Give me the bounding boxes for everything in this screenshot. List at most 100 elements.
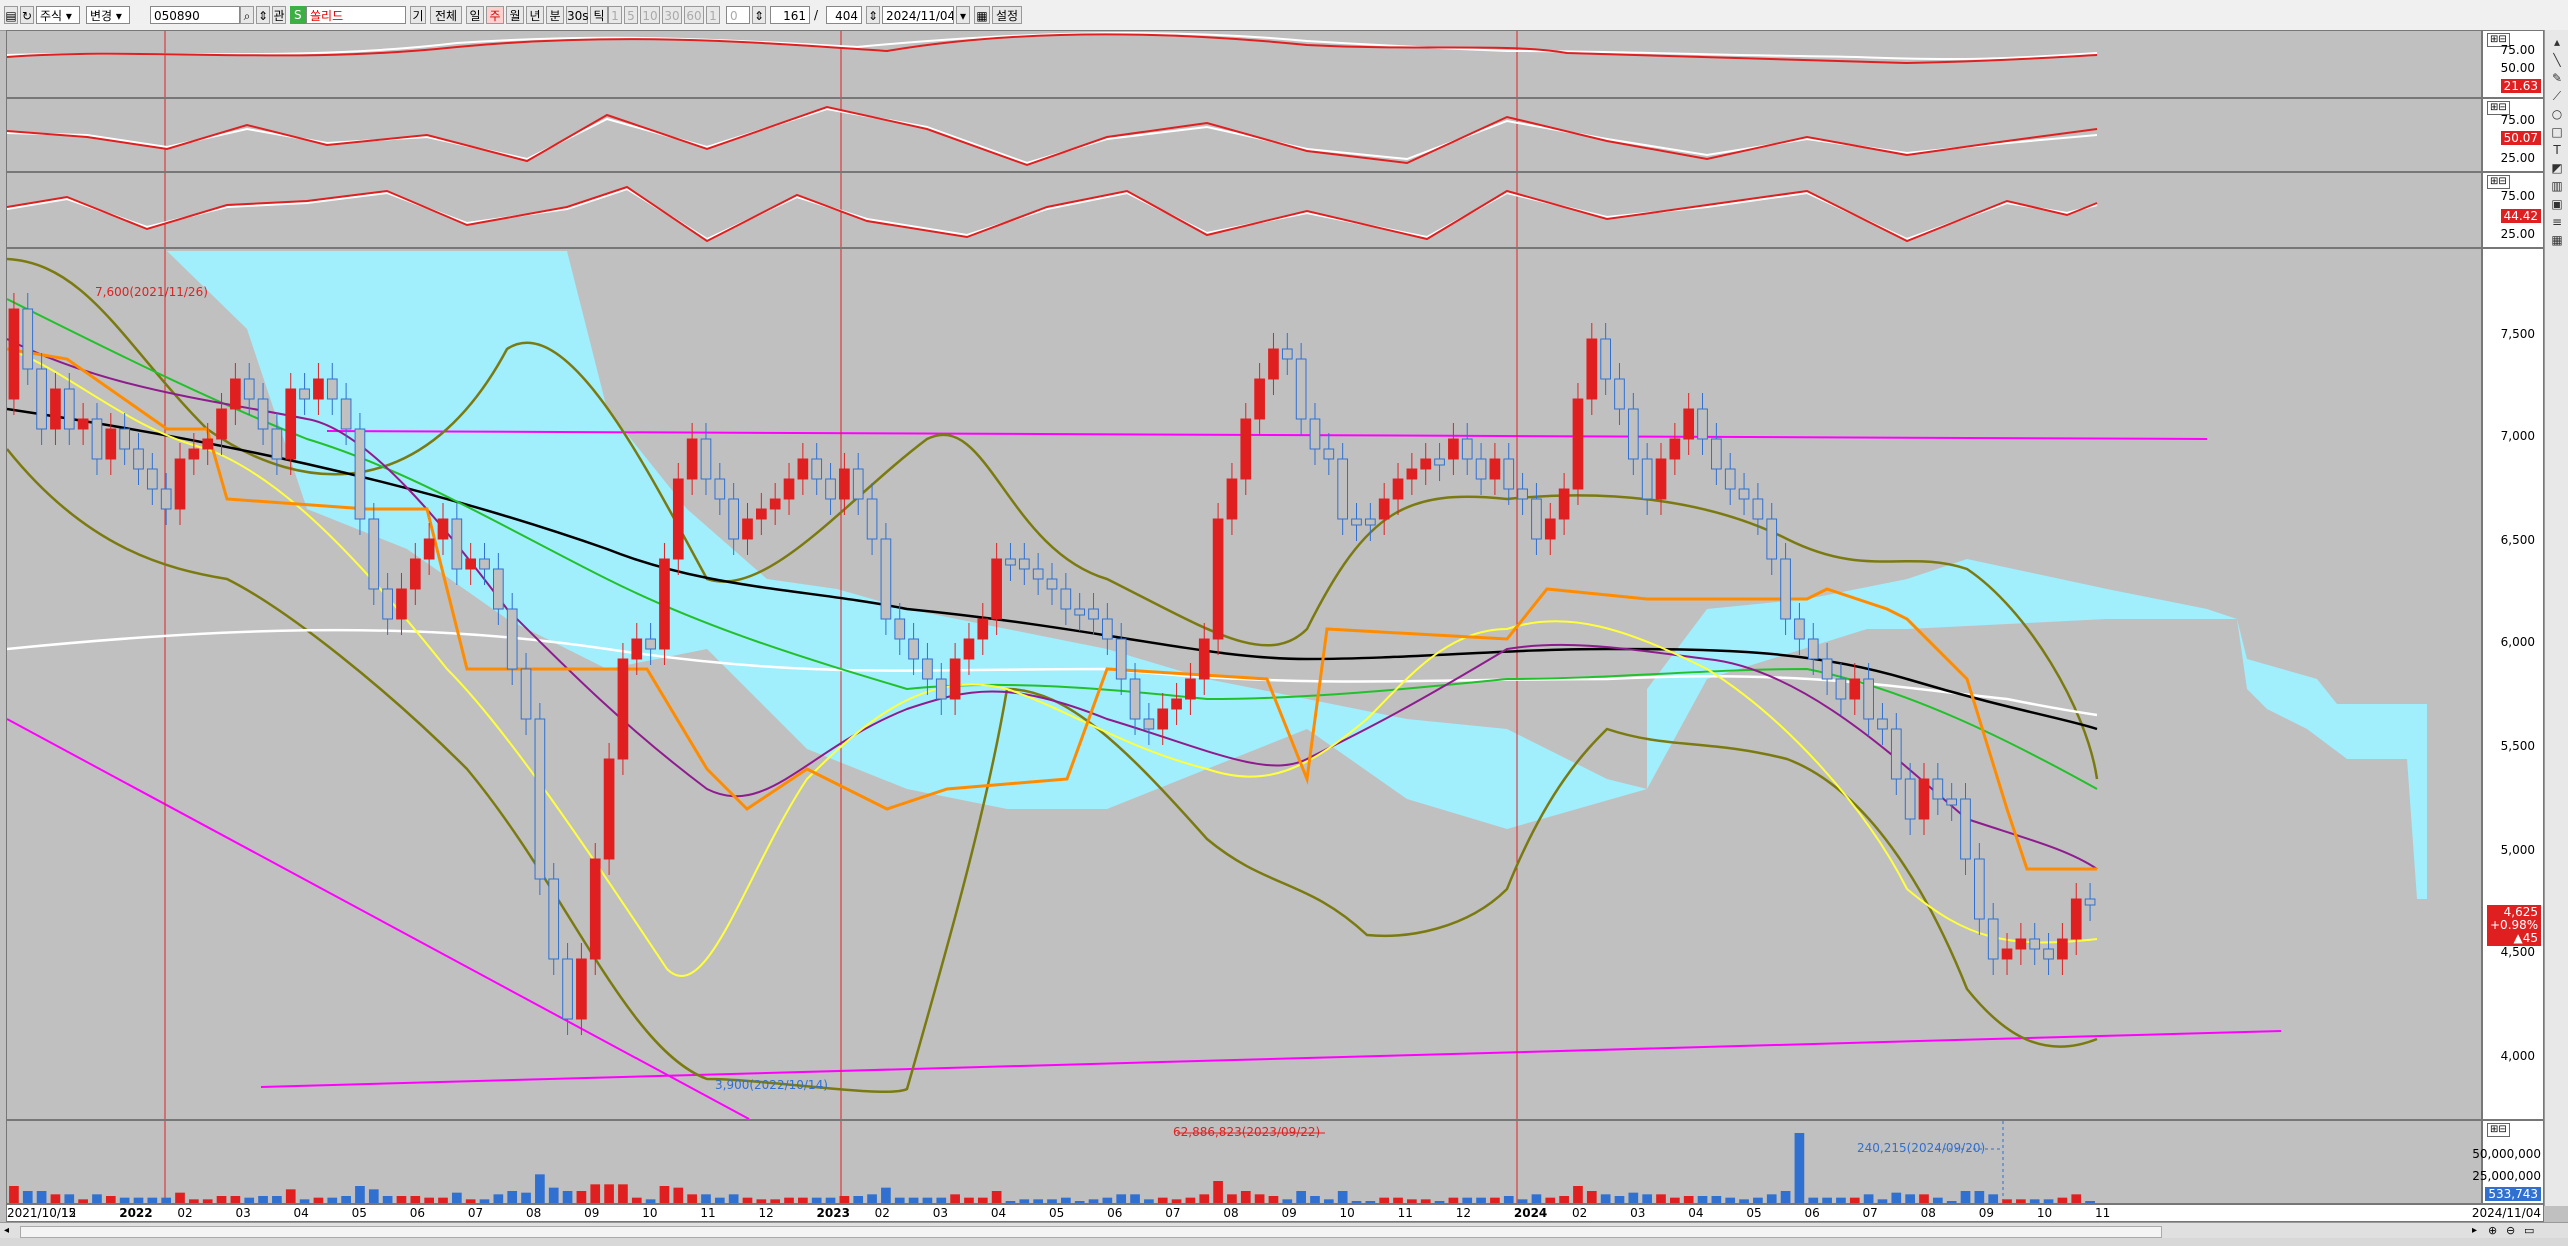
volume-bar (1531, 1194, 1542, 1203)
fit-icon[interactable]: ▭ (2524, 1224, 2534, 1237)
volume-bar (714, 1197, 725, 1203)
minute-custom-button[interactable]: 1 (706, 6, 720, 24)
market-select[interactable]: 주식 ▾ (36, 6, 80, 24)
all-button[interactable]: 전체 (430, 6, 462, 24)
link-icon[interactable]: ↻ (20, 6, 34, 24)
volume-bar (1891, 1192, 1902, 1203)
volume-bar (2057, 1197, 2068, 1203)
drawing-tools: ▴ ╲ ✎ ⟋ ○ □ T ◩ ▥ ▣ ≡ ▦ (2544, 30, 2568, 1206)
scroll-thumb[interactable] (20, 1226, 2162, 1238)
search-icon[interactable]: ⌕ (240, 6, 254, 24)
candle-body (22, 308, 34, 370)
date-label: 2022 (119, 1206, 153, 1220)
period-week[interactable]: 주 (486, 6, 504, 24)
oscillator-axis-3: ⊞⊟ 75.00 44.42 25.00 (2482, 172, 2544, 248)
current-volume-badge: 533,743 (2485, 1187, 2541, 1201)
text-tool-icon[interactable]: T (2549, 142, 2565, 158)
candle-body (1863, 678, 1874, 720)
display-count-input[interactable]: 161 (770, 6, 810, 24)
candle-body (285, 388, 297, 460)
total-count-field: 404 (826, 6, 862, 24)
trash-tool-icon[interactable]: ▥ (2549, 178, 2565, 194)
line-tool-icon[interactable]: ╲ (2549, 52, 2565, 68)
settings-button[interactable]: 설정 (992, 6, 1022, 24)
candle-body (576, 958, 587, 1020)
date-spin-icon[interactable]: ⇕ (866, 6, 880, 24)
oscillator-pane-2 (6, 98, 2482, 172)
period-minute[interactable]: 분 (546, 6, 564, 24)
minute-10-button[interactable]: 10 (640, 6, 660, 24)
stock-icon[interactable]: 관 (272, 6, 286, 24)
save-tool-icon[interactable]: ▦ (2549, 232, 2565, 248)
menu-icon[interactable]: ▤ (4, 6, 18, 24)
image-tool-icon[interactable]: ▣ (2549, 196, 2565, 212)
osc2-tick: 75.00 (2500, 113, 2535, 127)
candle-body (1351, 518, 1362, 526)
volume-bar (1407, 1199, 1417, 1203)
volume-bar (2029, 1199, 2040, 1203)
volume-bar (1628, 1192, 1639, 1203)
oscillator-pane-1 (6, 30, 2482, 98)
trendline-tool-icon[interactable]: ⟋ (2549, 88, 2565, 104)
osc1-tick: 50.00 (2500, 61, 2535, 75)
scroll-right-icon[interactable]: ▸ (2472, 1225, 2477, 1236)
volume-bar (770, 1199, 781, 1203)
scroll-left-icon[interactable]: ◂ (4, 1225, 9, 1236)
candle-body (1088, 608, 1099, 620)
period-day[interactable]: 일 (466, 6, 484, 24)
volume-bar (1296, 1191, 1306, 1203)
candle-body (1032, 568, 1044, 580)
spin-icon[interactable]: ⇕ (256, 6, 270, 24)
stock-code-input[interactable]: 050890 (150, 6, 240, 24)
change-select[interactable]: 변경 ▾ (86, 6, 130, 24)
rect-tool-icon[interactable]: □ (2549, 124, 2565, 140)
volume-bar (299, 1199, 310, 1203)
pane-control-icons[interactable]: ⊞⊟ (2487, 175, 2510, 189)
scroll-up-icon[interactable]: ▴ (2549, 34, 2565, 50)
pane-control-icons[interactable]: ⊞⊟ (2487, 1123, 2510, 1137)
volume-bar (950, 1194, 960, 1203)
candle-body (1974, 858, 1985, 920)
volume-bar (1808, 1197, 1819, 1203)
volume-bar (1517, 1199, 1528, 1203)
date-label: 02 (177, 1206, 193, 1220)
minute-30-button[interactable]: 30 (662, 6, 682, 24)
period-tick[interactable]: 틱 (590, 6, 608, 24)
minute-5-button[interactable]: 5 (624, 6, 638, 24)
candle-body (659, 558, 670, 650)
count-field[interactable]: 0 (726, 6, 750, 24)
volume-bar (936, 1197, 947, 1203)
calendar-icon[interactable]: ▾ (956, 6, 970, 24)
volume-bar (1780, 1191, 1791, 1203)
pencil-tool-icon[interactable]: ✎ (2549, 70, 2565, 86)
date-label: 11 (700, 1206, 716, 1220)
grid-icon[interactable]: ▦ (974, 6, 990, 24)
period-year[interactable]: 년 (526, 6, 544, 24)
current-change: ▲45 (2513, 931, 2539, 945)
minute-1-button[interactable]: 1 (608, 6, 622, 24)
horizontal-scrollbar[interactable]: ◂ ▸ ⊕ ⊖ ▭ (0, 1222, 2568, 1239)
gi-button[interactable]: 기 (410, 6, 426, 24)
volume-bar (1490, 1197, 1500, 1203)
volume-bar (410, 1196, 421, 1203)
osc3-value-badge: 44.42 (2500, 209, 2541, 223)
candle-body (1558, 488, 1570, 520)
date-label: 02 (1572, 1206, 1588, 1220)
volume-bar (396, 1196, 407, 1203)
date-label: 06 (409, 1206, 426, 1220)
circle-tool-icon[interactable]: ○ (2549, 106, 2565, 122)
palette-tool-icon[interactable]: ◩ (2549, 160, 2565, 176)
zoom-out-icon[interactable]: ⊖ (2506, 1224, 2515, 1237)
candle-body (1849, 678, 1861, 700)
count-spin-icon[interactable]: ⇕ (752, 6, 766, 24)
minute-60-button[interactable]: 60 (684, 6, 704, 24)
date-label: 04 (1688, 1206, 1704, 1220)
volume-bar (258, 1196, 268, 1203)
candle-body (1960, 798, 1971, 860)
price-chart-pane[interactable]: 7,600(2021/11/26) 3,900(2022/10/14) (6, 248, 2482, 1120)
period-month[interactable]: 월 (506, 6, 524, 24)
list-tool-icon[interactable]: ≡ (2549, 214, 2565, 230)
date-input[interactable]: 2024/11/04 (882, 6, 954, 24)
period-30s[interactable]: 30s (566, 6, 589, 24)
zoom-in-icon[interactable]: ⊕ (2488, 1224, 2497, 1237)
